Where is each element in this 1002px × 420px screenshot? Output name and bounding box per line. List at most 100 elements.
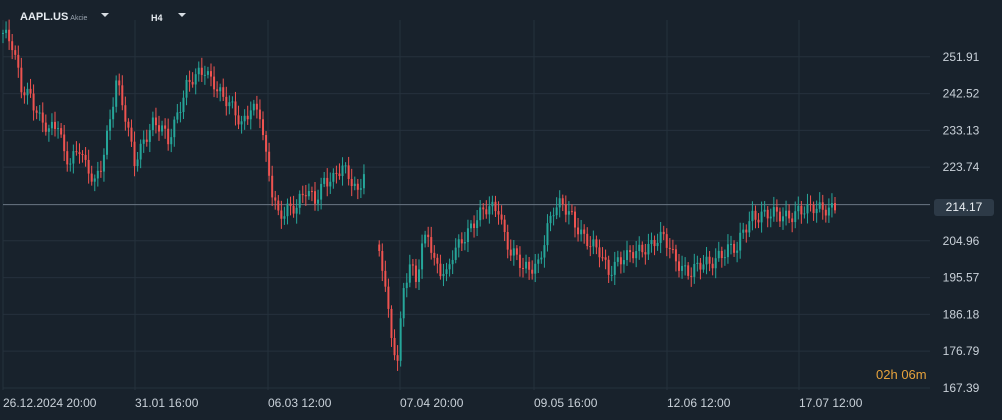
candle-body (674, 249, 677, 262)
timeframe-chevron-down-icon[interactable] (178, 13, 186, 17)
candle-body (130, 127, 133, 142)
candle-body (671, 248, 674, 250)
chart-window: 251.91 242.52 233.13 223.74 204.96 195.57 186.… (0, 0, 1002, 420)
candle-body (35, 110, 38, 113)
candle-body (237, 115, 240, 125)
candle-body (405, 282, 408, 289)
candle-body (109, 119, 112, 131)
countdown-minutes-unit: m (915, 367, 927, 382)
candle-body (534, 263, 537, 274)
candle-body (148, 130, 151, 142)
candle-body (200, 67, 203, 75)
candle-body (11, 41, 14, 51)
candle-body (699, 262, 702, 270)
symbol-label: AAPL.US (20, 11, 69, 23)
candle-body (797, 205, 800, 212)
candle-body (44, 122, 47, 132)
candle-body (292, 205, 295, 214)
candle-body (574, 211, 576, 228)
candle-body (678, 261, 680, 271)
candle-body (66, 151, 69, 165)
candle-body (739, 232, 742, 251)
candle-body (106, 130, 108, 155)
candle-body (509, 249, 512, 256)
candle-body (815, 208, 818, 214)
candle-body (785, 210, 788, 217)
candle-body (460, 239, 463, 244)
candle-body (824, 209, 827, 216)
candle-body (827, 207, 830, 216)
y-tick-label: 167.39 (943, 381, 980, 395)
candle-body (809, 203, 812, 205)
candle-body (616, 257, 619, 262)
candle-body (57, 128, 60, 130)
candle-body (607, 259, 610, 275)
candle-body (362, 174, 365, 189)
candle-body (788, 210, 791, 219)
candle-body (457, 239, 460, 248)
symbol-selector[interactable]: AAPL.US Akcie (20, 11, 87, 23)
candle-body (665, 234, 668, 248)
candle-body (26, 88, 29, 96)
candle-body (87, 159, 90, 174)
candle-body (216, 89, 219, 92)
candle-body (164, 125, 167, 129)
candle-body (268, 151, 271, 176)
candle-body (154, 117, 157, 126)
candle-body (90, 173, 93, 182)
candle-body (96, 170, 99, 179)
symbol-chevron-down-icon[interactable] (101, 13, 109, 17)
price-chart[interactable]: 251.91 242.52 233.13 223.74 204.96 195.57 186.… (0, 0, 1002, 420)
candle-body (136, 159, 139, 167)
candle-body (69, 163, 72, 165)
candle-body (161, 125, 164, 132)
candle-body (310, 191, 313, 193)
candle-body (525, 261, 528, 269)
candle-body (411, 264, 414, 266)
candle-body (124, 105, 127, 122)
candle-body (766, 209, 769, 219)
candle-body (347, 165, 350, 179)
candle-body (188, 79, 191, 82)
candle-body (50, 121, 53, 129)
candle-body (72, 151, 75, 164)
candle-body (127, 121, 130, 128)
candle-body (537, 259, 540, 264)
candle-body (341, 165, 344, 177)
candle-body (295, 207, 298, 214)
candle-body (41, 112, 44, 123)
candle-body (47, 128, 50, 132)
candle-body (323, 177, 326, 184)
candle-body (592, 239, 595, 247)
candle-body (274, 197, 277, 201)
timeframe-selector[interactable]: H4 (151, 13, 163, 23)
candle-body (314, 191, 316, 204)
candle-body (445, 269, 448, 274)
candle-body (32, 93, 35, 111)
x-tick-label: 31.01 16:00 (135, 396, 199, 410)
candle-body (75, 151, 78, 153)
candle-body (197, 67, 200, 75)
candle-body (485, 209, 488, 215)
candle-body (454, 247, 457, 260)
candle-body (353, 183, 356, 186)
candle-body (402, 288, 405, 319)
candle-body (580, 229, 583, 235)
candle-body (705, 256, 708, 265)
candle-body (185, 79, 188, 98)
candle-body (112, 106, 115, 120)
candle-body (518, 254, 521, 268)
candle-body (421, 243, 424, 270)
candle-body (179, 112, 182, 114)
candle-body (234, 101, 237, 116)
candle-body (121, 85, 124, 106)
countdown-hours: 02 (876, 367, 891, 382)
candle-body (549, 215, 552, 224)
candle-body (277, 200, 280, 211)
candle-body (760, 211, 763, 223)
candle-body (54, 121, 56, 129)
candle-body (803, 213, 806, 215)
candle-body (381, 251, 384, 271)
candle-body (794, 211, 797, 223)
candle-body (249, 110, 252, 120)
